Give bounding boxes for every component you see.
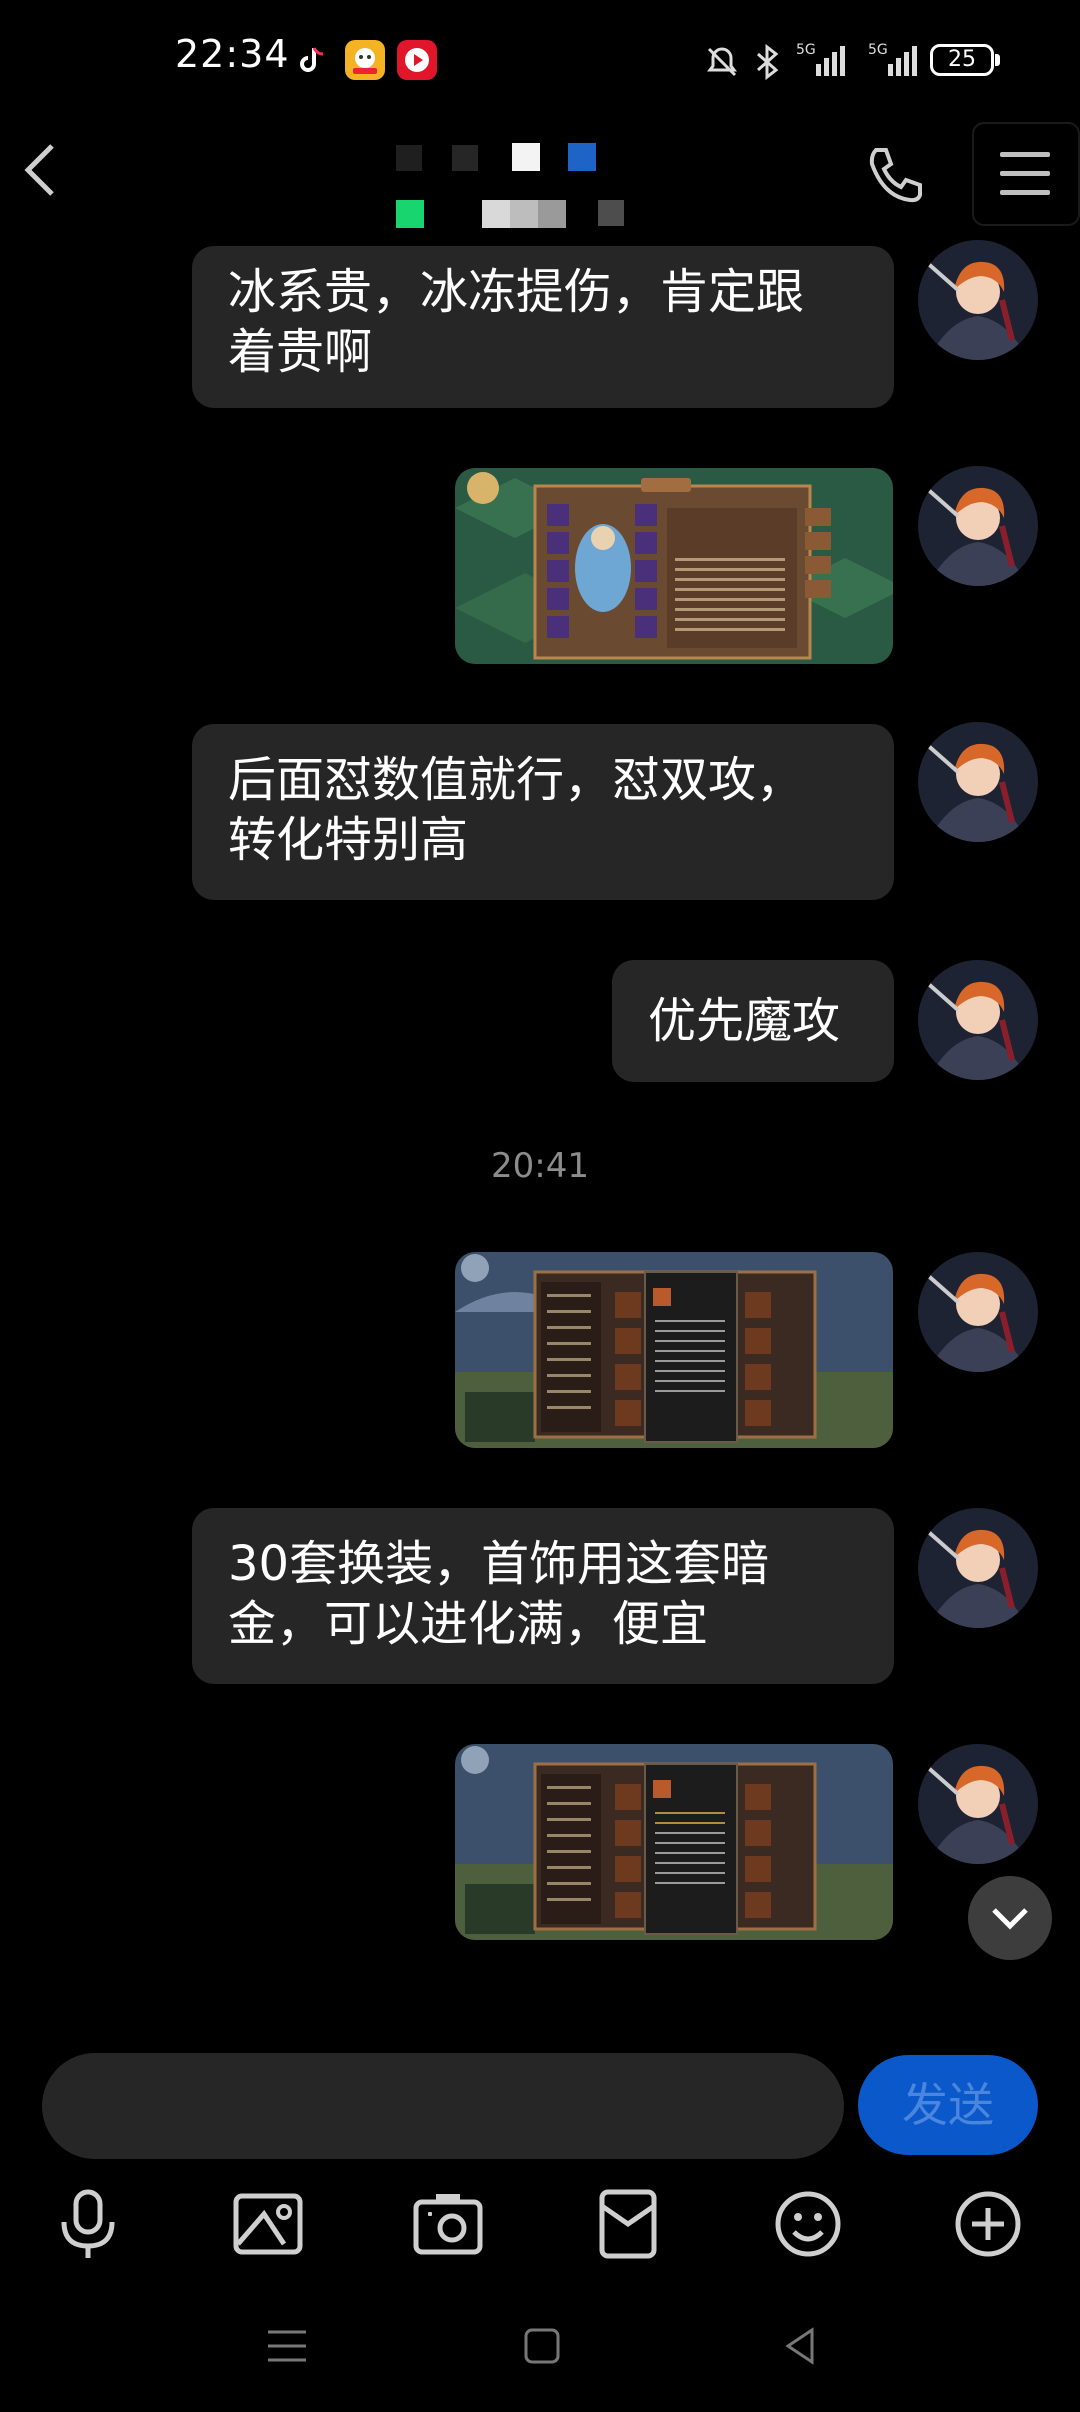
message-line: 金，可以进化满，便宜 xyxy=(228,1596,709,1652)
status-time: 22:34 xyxy=(175,32,290,76)
image-icon[interactable] xyxy=(228,2184,308,2264)
contact-name-obscured xyxy=(300,140,680,240)
battery-level: 25 xyxy=(948,47,976,72)
message-input[interactable] xyxy=(42,2053,844,2159)
phone-call-button[interactable] xyxy=(860,140,930,210)
avatar[interactable] xyxy=(918,1252,1038,1372)
send-button[interactable]: 发送 xyxy=(858,2055,1038,2155)
image-message[interactable] xyxy=(455,1744,893,1940)
avatar[interactable] xyxy=(918,1508,1038,1628)
message-line: 后面怼数值就行，怼双攻， xyxy=(228,752,805,808)
scroll-to-bottom-button[interactable] xyxy=(968,1876,1052,1960)
game-app-icon xyxy=(345,40,385,80)
nav-home-button[interactable] xyxy=(522,2326,562,2366)
message-bubble[interactable]: 后面怼数值就行，怼双攻， 转化特别高 xyxy=(192,724,894,900)
image-message[interactable] xyxy=(455,1252,893,1448)
nav-back-button[interactable] xyxy=(780,2324,820,2368)
svg-text:5G: 5G xyxy=(868,42,888,58)
image-message[interactable] xyxy=(455,468,893,664)
message-bubble[interactable]: 优先魔攻 xyxy=(612,960,894,1082)
red-packet-icon[interactable] xyxy=(588,2184,668,2264)
message-bubble[interactable]: 30套换装，首饰用这套暗 金，可以进化满，便宜 xyxy=(192,1508,894,1684)
bluetooth-icon xyxy=(752,43,782,84)
message-bubble[interactable]: 冰系贵，冰冻提伤，肯定跟 着贵啊 xyxy=(192,246,894,408)
message-line: 优先魔攻 xyxy=(648,993,841,1049)
signal-5g-icon-1: 5G xyxy=(796,40,850,84)
emoji-icon[interactable] xyxy=(768,2184,848,2264)
signal-5g-icon-2: 5G xyxy=(868,40,922,84)
svg-text:5G: 5G xyxy=(796,42,816,58)
video-app-icon xyxy=(397,40,437,80)
microphone-icon[interactable] xyxy=(48,2184,128,2264)
mute-icon xyxy=(704,44,740,84)
avatar[interactable] xyxy=(918,960,1038,1080)
chat-menu-button[interactable] xyxy=(972,122,1080,226)
avatar[interactable] xyxy=(918,722,1038,842)
battery-nub xyxy=(995,54,1000,66)
plus-icon[interactable] xyxy=(948,2184,1028,2264)
message-line: 冰系贵，冰冻提伤，肯定跟 xyxy=(228,264,805,320)
message-line: 30套换装，首饰用这套暗 xyxy=(228,1536,770,1592)
camera-icon[interactable] xyxy=(408,2184,488,2264)
avatar[interactable] xyxy=(918,466,1038,586)
timestamp: 20:41 xyxy=(491,1146,589,1186)
message-line: 着贵啊 xyxy=(228,324,373,380)
tiktok-lite-icon xyxy=(292,40,332,80)
avatar[interactable] xyxy=(918,1744,1038,1864)
message-line: 转化特别高 xyxy=(228,812,469,868)
avatar[interactable] xyxy=(918,240,1038,360)
back-button[interactable] xyxy=(14,140,74,200)
nav-menu-button[interactable] xyxy=(262,2324,312,2368)
